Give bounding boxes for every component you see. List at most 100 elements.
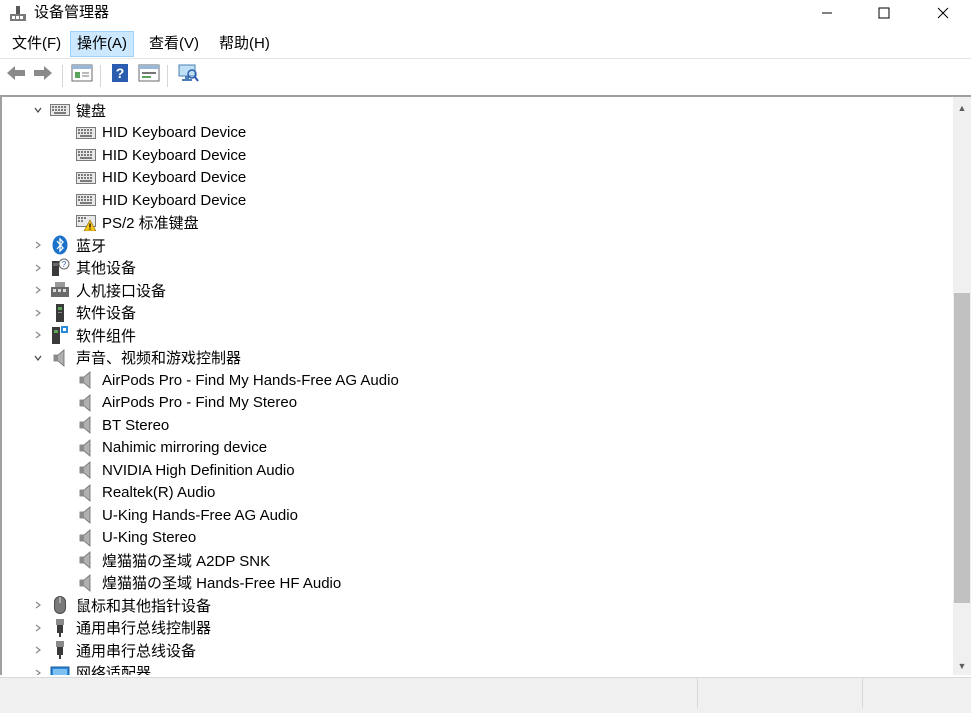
speaker-icon <box>76 438 96 458</box>
svg-text:?: ? <box>62 260 67 269</box>
tree-category[interactable]: 键盘 <box>32 99 106 121</box>
tree-device[interactable]: U-King Hands-Free AG Audio <box>76 504 298 526</box>
properties-icon <box>71 64 93 87</box>
usb-icon <box>50 618 70 638</box>
tree-device[interactable]: AirPods Pro - Find My Hands-Free AG Audi… <box>76 369 399 391</box>
chevron-right-icon[interactable] <box>32 662 44 675</box>
window-title: 设备管理器 <box>34 4 110 21</box>
toolbar-separator <box>62 65 63 87</box>
tree-item-label: 煌猫猫の圣域 A2DP SNK <box>102 552 271 570</box>
keyboard-icon <box>76 190 96 210</box>
maximize-icon <box>878 6 890 24</box>
tree-category[interactable]: 声音、视频和游戏控制器 <box>32 347 241 369</box>
tree-category[interactable]: 鼠标和其他指针设备 <box>32 594 211 616</box>
tree-device[interactable]: PS/2 标准键盘 <box>76 212 199 234</box>
tree-category[interactable]: 通用串行总线设备 <box>32 639 196 661</box>
chevron-down-icon[interactable] <box>32 347 44 369</box>
toolbar-separator <box>100 65 101 87</box>
speaker-icon <box>50 348 70 368</box>
menu-bar: 文件(F) 操作(A) 查看(V) 帮助(H) <box>0 30 971 58</box>
tree-item-label: 鼠标和其他指针设备 <box>76 597 212 615</box>
toolbar-separator <box>167 65 168 87</box>
tree-device[interactable]: NVIDIA High Definition Audio <box>76 459 295 481</box>
software-component-icon <box>50 325 70 345</box>
chevron-right-icon[interactable] <box>32 302 44 324</box>
back-button[interactable] <box>4 63 28 87</box>
device-tree[interactable]: 键盘 HID Keyboard Device HID Keyboard Device… <box>0 95 971 675</box>
maximize-button[interactable] <box>861 0 907 30</box>
tree-device[interactable]: HID Keyboard Device <box>76 167 246 189</box>
tree-device[interactable]: AirPods Pro - Find My Stereo <box>76 392 297 414</box>
keyboard-warning-icon <box>76 213 96 233</box>
forward-arrow-icon <box>32 64 54 87</box>
status-pane <box>697 678 863 708</box>
tree-item-label: 网络适配器 <box>76 665 152 675</box>
scan-hardware-icon <box>177 63 199 88</box>
tree-device[interactable]: 煌猫猫の圣域 Hands-Free HF Audio <box>76 572 341 594</box>
network-adapter-icon <box>50 663 70 675</box>
tree-device[interactable]: HID Keyboard Device <box>76 144 246 166</box>
software-device-icon <box>50 303 70 323</box>
chevron-right-icon[interactable] <box>32 639 44 661</box>
menu-action[interactable]: 操作(A) <box>70 31 134 57</box>
menu-view[interactable]: 查看(V) <box>143 32 205 56</box>
menu-help[interactable]: 帮助(H) <box>213 32 276 56</box>
speaker-icon <box>76 415 96 435</box>
speaker-icon <box>76 550 96 570</box>
tree-device[interactable]: BT Stereo <box>76 414 169 436</box>
help-button[interactable]: ? <box>108 63 132 87</box>
tree-device[interactable]: U-King Stereo <box>76 527 196 549</box>
bluetooth-icon <box>50 235 70 255</box>
tree-category[interactable]: 软件设备 <box>32 302 136 324</box>
toolbar: ? <box>0 58 971 91</box>
chevron-right-icon[interactable] <box>32 257 44 279</box>
tree-item-label: Nahimic mirroring device <box>102 439 268 456</box>
tree-device[interactable]: Realtek(R) Audio <box>76 482 215 504</box>
tree-item-label: BT Stereo <box>102 416 170 434</box>
properties-button[interactable] <box>70 63 94 87</box>
scroll-thumb[interactable] <box>954 293 970 603</box>
keyboard-icon <box>50 100 70 120</box>
tree-item-label: NVIDIA High Definition Audio <box>102 461 295 479</box>
mouse-icon <box>50 595 70 615</box>
chevron-right-icon[interactable] <box>32 279 44 301</box>
vertical-scrollbar[interactable]: ▲ ▼ <box>953 97 971 675</box>
status-bar <box>0 677 971 713</box>
chevron-right-icon[interactable] <box>32 324 44 346</box>
tree-device[interactable]: HID Keyboard Device <box>76 122 246 144</box>
close-icon <box>937 6 949 24</box>
chevron-right-icon[interactable] <box>32 617 44 639</box>
chevron-right-icon[interactable] <box>32 234 44 256</box>
tree-category[interactable]: 软件组件 <box>32 324 136 346</box>
tree-category[interactable]: 通用串行总线控制器 <box>32 617 211 639</box>
scroll-up-button[interactable]: ▲ <box>953 99 971 117</box>
close-button[interactable] <box>920 0 966 30</box>
tree-category[interactable]: 网络适配器 <box>32 662 152 675</box>
speaker-icon <box>76 573 96 593</box>
minimize-button[interactable] <box>804 0 850 30</box>
tree-device[interactable]: HID Keyboard Device <box>76 189 246 211</box>
chevron-down-icon: ▼ <box>957 661 967 671</box>
tree-category[interactable]: 蓝牙 <box>32 234 106 256</box>
menu-file[interactable]: 文件(F) <box>6 32 67 56</box>
forward-button[interactable] <box>31 63 55 87</box>
tree-device[interactable]: Nahimic mirroring device <box>76 437 267 459</box>
tree-item-label: 通用串行总线控制器 <box>76 620 212 637</box>
update-driver-button[interactable] <box>137 63 161 87</box>
tree-item-label: PS/2 标准键盘 <box>102 215 199 232</box>
device-manager-icon[interactable] <box>9 5 27 23</box>
tree-category[interactable]: ? 其他设备 <box>32 257 136 279</box>
scroll-down-button[interactable]: ▼ <box>953 657 971 675</box>
speaker-icon <box>76 505 96 525</box>
tree-item-label: HID Keyboard Device <box>102 169 247 186</box>
chevron-down-icon[interactable] <box>32 99 44 121</box>
tree-item-label: U-King Hands-Free AG Audio <box>102 506 298 524</box>
tree-item-label: 声音、视频和游戏控制器 <box>76 350 242 367</box>
keyboard-icon <box>76 168 96 188</box>
tree-device[interactable]: 煌猫猫の圣域 A2DP SNK <box>76 549 270 571</box>
scan-hardware-button[interactable] <box>176 63 200 87</box>
chevron-right-icon[interactable] <box>32 594 44 616</box>
tree-item-label: HID Keyboard Device <box>102 146 247 164</box>
unknown-device-icon: ? <box>50 258 70 278</box>
tree-category[interactable]: 人机接口设备 <box>32 279 166 301</box>
